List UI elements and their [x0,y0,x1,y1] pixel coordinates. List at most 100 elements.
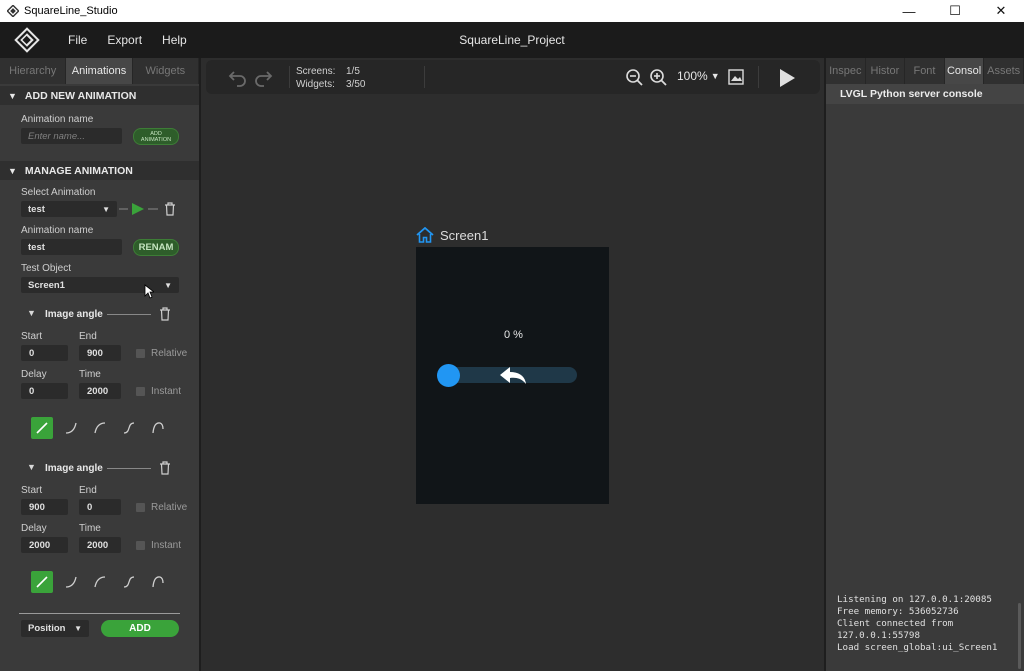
ease-in-button[interactable] [60,417,82,439]
dropdown-arrow-icon: ▼ [74,624,82,633]
tab-console[interactable]: Consol [944,58,985,84]
dropdown-arrow-icon: ▼ [710,71,720,81]
delay-input[interactable]: 0 [21,383,68,399]
left-panel: Hierarchy Animations Widgets ▼ ADD NEW A… [0,58,201,671]
console-line: Client connected from [837,618,954,629]
widgets-label: Widgets: [296,79,335,90]
ease-out-icon [94,422,106,434]
menu-help[interactable]: Help [152,33,197,47]
ease-out-icon [94,576,106,588]
console-title: LVGL Python server console [840,88,983,100]
add-animation-header-label: ADD NEW ANIMATION [24,89,137,102]
track-title: Image angle [45,463,103,474]
tab-history[interactable]: Histor [865,58,906,84]
end-input[interactable]: 0 [79,499,121,515]
slider-knob[interactable] [437,364,460,387]
delete-animation-trash-icon[interactable] [164,202,176,216]
menu-bar: File Export Help SquareLine_Project [0,22,1024,58]
delay-input[interactable]: 2000 [21,537,68,553]
home-icon [416,227,434,243]
select-animation-label: Select Animation [21,187,96,198]
ease-linear-button[interactable] [31,417,53,439]
instant-checkbox[interactable] [136,387,145,396]
ease-in-button[interactable] [60,571,82,593]
menu-export[interactable]: Export [97,33,152,47]
mouse-cursor-icon [144,284,154,299]
end-label: End [79,331,97,342]
collapse-triangle-icon[interactable]: ▼ [27,462,36,472]
ease-overshoot-button[interactable] [147,417,169,439]
screens-count: 1/5 [346,66,360,77]
relative-label: Relative [151,348,188,359]
instant-checkbox[interactable] [136,541,145,550]
property-select-dropdown[interactable]: Position ▼ [21,620,89,637]
tab-inspector[interactable]: Inspec [826,58,866,84]
delay-label: Delay [21,523,47,534]
console-line: Free memory: 536052736 [837,606,959,617]
maximize-button[interactable]: ☐ [932,0,978,22]
window-title: SquareLine_Studio [24,5,118,17]
play-animation-icon[interactable] [118,201,160,217]
ease-linear-button[interactable] [31,571,53,593]
end-input[interactable]: 900 [79,345,121,361]
collapse-triangle-icon: ▼ [8,165,17,176]
add-animation-button[interactable]: ADD ANIMATION [133,128,179,145]
collapse-triangle-icon[interactable]: ▼ [27,308,36,318]
footer-divider [19,613,180,614]
right-panel: Inspec Histor Font Consol Assets LVGL Py… [824,58,1024,671]
tab-font[interactable]: Font [905,58,945,84]
animation-track-1: ▼ Image angle Start End 0 900 Relative D… [0,304,199,464]
add-animation-header[interactable]: ▼ ADD NEW ANIMATION [0,86,199,105]
close-button[interactable]: ✕ [978,0,1024,22]
animation-name-input[interactable]: test [21,239,122,255]
screen-name-label: Screen1 [440,228,489,243]
ease-overshoot-button[interactable] [147,571,169,593]
back-arrow-icon[interactable] [499,366,527,385]
zoom-dropdown[interactable]: 100% ▼ [677,69,720,83]
rename-button[interactable]: RENAM [133,239,179,256]
time-input[interactable]: 2000 [79,537,121,553]
selected-animation-value: test [28,203,45,215]
tab-hierarchy[interactable]: Hierarchy [0,58,67,84]
add-property-button[interactable]: ADD [101,620,179,637]
ease-overshoot-icon [152,422,164,434]
toolbar-divider [758,66,759,88]
time-input[interactable]: 2000 [79,383,121,399]
ease-in-out-button[interactable] [118,417,140,439]
property-select-value: Position [28,623,66,634]
zoom-in-icon[interactable] [649,68,668,87]
start-label: Start [21,485,43,496]
test-object-dropdown[interactable]: Screen1 ▼ [21,277,179,293]
delay-label: Delay [21,369,47,380]
menu-file[interactable]: File [58,33,97,47]
undo-icon[interactable] [228,67,248,87]
screens-label: Screens: [296,66,336,77]
start-input[interactable]: 0 [21,345,68,361]
console-line: 127.0.0.1:55798 [837,630,920,641]
relative-checkbox[interactable] [136,349,145,358]
tab-assets[interactable]: Assets [984,58,1024,84]
delete-track-trash-icon[interactable] [159,461,171,475]
redo-icon[interactable] [253,67,273,87]
new-animation-name-input[interactable]: Enter name... [21,128,122,144]
image-view-icon[interactable] [728,69,744,85]
select-animation-dropdown[interactable]: test ▼ [21,201,117,217]
start-input[interactable]: 900 [21,499,68,515]
percent-label[interactable]: 0 % [504,329,523,341]
tab-widgets[interactable]: Widgets [132,58,199,84]
animation-name-label: Animation name [21,114,94,125]
zoom-out-icon[interactable] [625,68,644,87]
tab-animations[interactable]: Animations [66,58,133,84]
toolbar-divider [289,66,290,88]
console-line: Listening on 127.0.0.1:20085 [837,594,992,605]
ease-in-out-button[interactable] [118,571,140,593]
ease-out-button[interactable] [89,417,111,439]
relative-checkbox[interactable] [136,503,145,512]
minimize-button[interactable]: — [886,0,932,22]
console-scrollbar[interactable] [1018,603,1021,669]
ease-in-icon [65,422,77,434]
play-preview-icon[interactable] [778,68,796,88]
delete-track-trash-icon[interactable] [159,307,171,321]
ease-out-button[interactable] [89,571,111,593]
manage-animation-header[interactable]: ▼ MANAGE ANIMATION [0,161,199,180]
